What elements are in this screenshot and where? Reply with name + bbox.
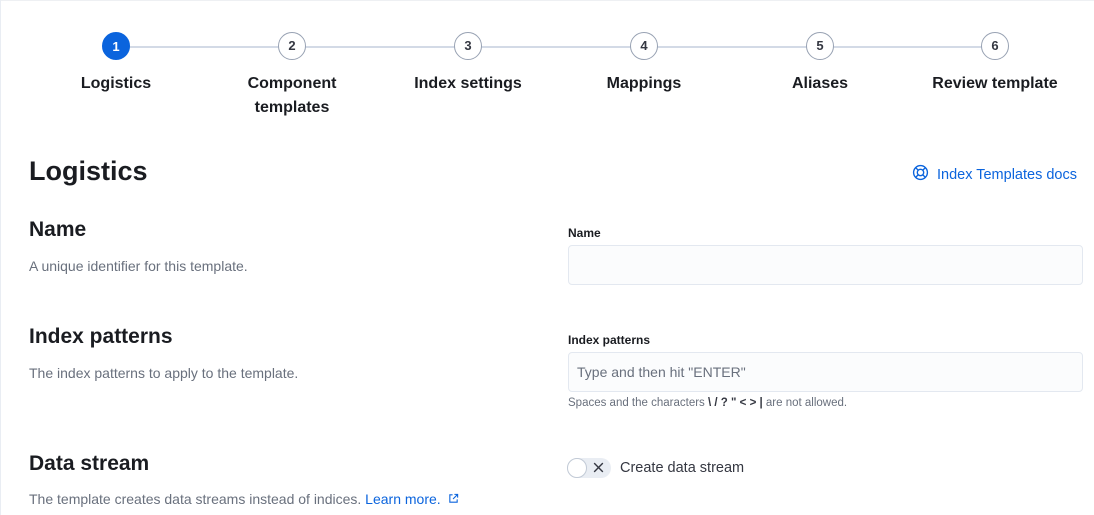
help-prefix: Spaces and the characters bbox=[568, 397, 705, 409]
index-patterns-section-description: The index patterns to apply to the templ… bbox=[29, 365, 299, 381]
learn-more-link[interactable]: Learn more. bbox=[365, 491, 458, 507]
step-title: Aliases bbox=[791, 75, 849, 92]
steps-progress: 1 Logistics 2 Component templates 3 Inde… bbox=[0, 30, 1094, 120]
create-data-stream-switch[interactable] bbox=[567, 458, 611, 478]
step-number: 4 bbox=[630, 32, 658, 60]
help-suffix: are not allowed. bbox=[765, 397, 848, 409]
index-patterns-placeholder: Type and then hit "ENTER" bbox=[577, 364, 746, 380]
data-stream-section-title: Data stream bbox=[29, 452, 150, 475]
step-number: 2 bbox=[278, 32, 306, 60]
step-title: Index settings bbox=[414, 75, 522, 92]
data-stream-section-description: The template creates data streams instea… bbox=[29, 491, 459, 507]
name-section-title: Name bbox=[29, 218, 87, 241]
docs-link-label: Index Templates docs bbox=[937, 166, 1077, 183]
index-patterns-input[interactable]: Type and then hit "ENTER" bbox=[568, 352, 1083, 392]
name-field-label: Name bbox=[568, 226, 601, 240]
step-logistics[interactable]: 1 Logistics bbox=[28, 30, 204, 96]
index-patterns-help-text: Spaces and the characters \ / ? " < > | … bbox=[568, 397, 847, 409]
page-title: Logistics bbox=[29, 156, 148, 186]
create-data-stream-label[interactable]: Create data stream bbox=[620, 460, 744, 476]
step-number: 3 bbox=[454, 32, 482, 60]
data-stream-description-text: The template creates data streams instea… bbox=[29, 491, 362, 507]
top-border bbox=[0, 0, 1094, 1]
step-component-templates[interactable]: 2 Component templates bbox=[204, 30, 380, 120]
step-number: 5 bbox=[806, 32, 834, 60]
index-templates-docs-link[interactable]: Index Templates docs bbox=[912, 164, 1077, 185]
step-title: Component templates bbox=[247, 75, 337, 116]
step-mappings[interactable]: 4 Mappings bbox=[556, 30, 732, 96]
help-icon bbox=[912, 164, 929, 185]
create-data-stream-toggle-row: Create data stream bbox=[567, 458, 744, 478]
step-number: 6 bbox=[981, 32, 1009, 60]
step-index-settings[interactable]: 3 Index settings bbox=[380, 30, 556, 96]
name-input[interactable] bbox=[568, 245, 1083, 285]
step-title: Mappings bbox=[606, 75, 682, 92]
index-patterns-field-label: Index patterns bbox=[568, 333, 651, 347]
name-section-description: A unique identifier for this template. bbox=[29, 258, 248, 274]
index-patterns-section-title: Index patterns bbox=[29, 325, 173, 348]
close-icon bbox=[592, 461, 605, 479]
help-disallowed-chars: \ / ? " < > | bbox=[708, 397, 763, 409]
step-title: Review template bbox=[932, 75, 1058, 92]
learn-more-label: Learn more. bbox=[365, 491, 441, 507]
step-review-template[interactable]: 6 Review template bbox=[907, 30, 1083, 96]
switch-knob bbox=[567, 458, 587, 478]
external-link-icon bbox=[445, 491, 459, 507]
step-number: 1 bbox=[102, 32, 130, 60]
step-title: Logistics bbox=[80, 75, 152, 92]
step-aliases[interactable]: 5 Aliases bbox=[732, 30, 908, 96]
